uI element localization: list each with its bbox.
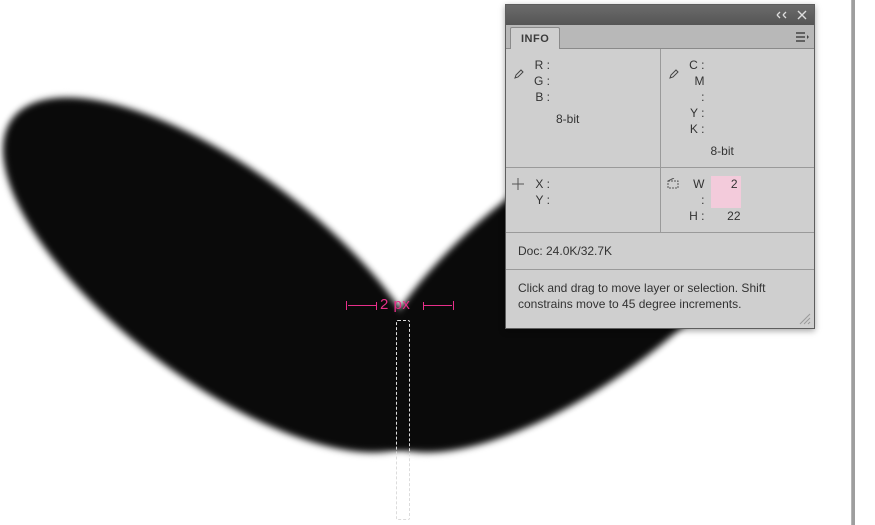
color-readout-row: R : G : B : 8-bit C : M : Y : K : <box>506 49 814 168</box>
y-value <box>711 105 741 121</box>
crosshair-icon <box>512 178 524 193</box>
panel-body: R : G : B : 8-bit C : M : Y : K : <box>506 49 814 328</box>
collapse-icon[interactable] <box>774 8 790 22</box>
close-icon[interactable] <box>794 8 810 22</box>
dims-cell: W : 2 H : 22 <box>660 168 815 232</box>
info-panel: INFO R : G : B : 8-bit <box>505 4 815 329</box>
panel-titlebar[interactable] <box>506 5 814 25</box>
h-label: H : <box>689 208 705 224</box>
k-value <box>711 121 741 137</box>
doc-size-readout: Doc: 24.0K/32.7K <box>506 233 814 270</box>
bounding-box-icon <box>667 178 679 193</box>
measurement-arrow-right <box>424 305 452 307</box>
y-value <box>556 192 586 208</box>
r-value <box>556 57 586 73</box>
m-label: M : <box>689 73 705 105</box>
panel-menu-button[interactable] <box>790 26 814 48</box>
panel-tabbar: INFO <box>506 25 814 49</box>
k-label: K : <box>689 121 705 137</box>
selection-marquee[interactable] <box>396 320 410 520</box>
geometry-readout-row: X : Y : W : 2 H : 22 <box>506 168 814 233</box>
scrollbar-gutter[interactable] <box>851 0 875 525</box>
cmyk-depth: 8-bit <box>711 143 741 159</box>
x-value <box>556 176 586 192</box>
tool-hint: Click and drag to move layer or selectio… <box>506 270 814 322</box>
measurement-label: 2 px <box>380 296 410 313</box>
y-label: Y : <box>534 192 550 208</box>
b-value <box>556 89 586 105</box>
tool-hint-text: Click and drag to move layer or selectio… <box>518 281 765 311</box>
rgb-depth: 8-bit <box>556 111 586 127</box>
c-label: C : <box>689 57 705 73</box>
coords-cell: X : Y : <box>506 168 660 232</box>
app-stage: 2 px INFO <box>0 0 875 525</box>
doc-size-text: Doc: 24.0K/32.7K <box>518 244 612 258</box>
b-label: B : <box>534 89 550 105</box>
x-label: X : <box>534 176 550 192</box>
measurement-arrow-left <box>348 305 376 307</box>
m-value <box>711 73 741 105</box>
c-value <box>711 57 741 73</box>
resize-grip-icon[interactable] <box>797 311 811 325</box>
eyedropper-icon <box>512 69 524 84</box>
tab-info[interactable]: INFO <box>510 27 560 49</box>
rgb-cell: R : G : B : 8-bit <box>506 49 660 167</box>
r-label: R : <box>534 57 550 73</box>
g-value <box>556 73 586 89</box>
measurement-cap-left <box>346 301 347 310</box>
y-label: Y : <box>689 105 705 121</box>
w-label: W : <box>689 176 705 208</box>
g-label: G : <box>534 73 550 89</box>
cmyk-cell: C : M : Y : K : 8-bit <box>660 49 815 167</box>
h-value: 22 <box>711 208 741 224</box>
w-value: 2 <box>711 176 741 208</box>
eyedropper-icon <box>667 69 679 84</box>
tab-label: INFO <box>521 33 549 45</box>
measurement-cap-right <box>453 301 454 310</box>
